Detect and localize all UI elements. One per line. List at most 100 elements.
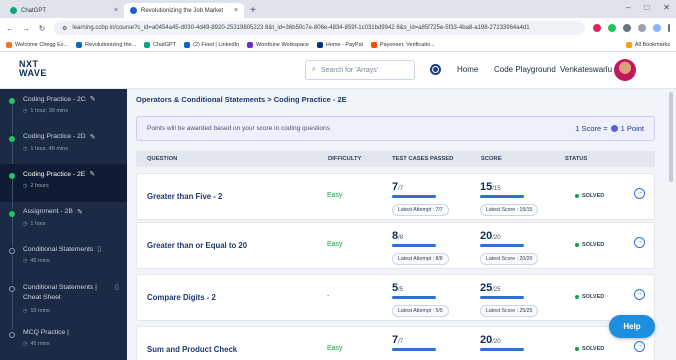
- url-field[interactable]: ⚙ learning.ccbp.in/course?c_id=a0454a45-…: [54, 21, 585, 35]
- search-input[interactable]: ⌕ Search for 'Arrays': [305, 60, 415, 80]
- score-rate: 1 Score = 1 Point: [575, 124, 644, 133]
- difficulty: Easy: [327, 241, 343, 248]
- table-header: QUESTION DIFFICULTY TEST CASES PASSED SC…: [136, 151, 655, 167]
- forward-icon[interactable]: →: [22, 24, 30, 33]
- question-name[interactable]: Greater than or Equal to 20: [147, 241, 247, 250]
- latest-score: Latest Score : 25/25: [480, 304, 539, 317]
- clock-icon: ◷: [23, 220, 28, 227]
- arrow-right-icon[interactable]: →: [634, 289, 645, 300]
- close-tab-icon[interactable]: ×: [234, 7, 238, 14]
- latest-score: Latest Score : 20/20: [480, 252, 539, 265]
- test-cases: 7/7 Latest Attempt : 7/7: [392, 181, 452, 216]
- question-row[interactable]: Greater than or Equal to 20 Easy 8/8 Lat…: [136, 222, 655, 269]
- extension-icon[interactable]: [593, 24, 601, 32]
- score: 20/20: [480, 334, 546, 351]
- bookmarks-bar: Welcome Chegg Ex... Revolutionizing the.…: [0, 38, 676, 52]
- bookmark-item[interactable]: Wordtune Workspace: [247, 41, 309, 48]
- status-badge: SOLVED: [575, 242, 604, 248]
- sidebar-item-assignment-2b[interactable]: Assignment - 2B ✎ ◷ 1 hour: [0, 202, 127, 247]
- scrollbar[interactable]: [669, 92, 673, 182]
- question-row[interactable]: Compare Digits - 2 - 5/5 Latest Attempt …: [136, 274, 655, 321]
- book-icon: ▯: [115, 283, 119, 291]
- all-bookmarks[interactable]: All Bookmarks: [625, 41, 670, 48]
- bookmark-item[interactable]: (2) Feed | LinkedIn: [184, 41, 239, 48]
- bookmark-item[interactable]: Revolutionizing the...: [76, 41, 136, 48]
- menu-icon[interactable]: [668, 24, 670, 32]
- pending-icon: [9, 248, 15, 254]
- sidepanel-icon[interactable]: [638, 24, 646, 32]
- avatar[interactable]: [614, 59, 636, 81]
- nav-home[interactable]: Home: [457, 65, 478, 74]
- search-icon: ⌕: [312, 66, 316, 73]
- window-controls: – □ ✕: [626, 3, 670, 12]
- sidebar: Coding Practice - 2C ✎ ◷ 1 hour, 30 mins C…: [0, 89, 127, 360]
- score-progress-bar: [480, 195, 524, 198]
- chatgpt-icon: [10, 7, 17, 14]
- streak-icon[interactable]: [430, 64, 441, 75]
- score: 15/15 Latest Score : 15/15: [480, 181, 546, 216]
- question-name[interactable]: Compare Digits - 2: [147, 293, 216, 302]
- bookmark-item[interactable]: Home - PayPal: [316, 41, 363, 48]
- sidebar-item-cheat-sheet[interactable]: Conditional Statements | Cheat Sheet ▯ ◷…: [0, 277, 127, 330]
- tab-chatgpt[interactable]: ChatGPT ×: [4, 3, 124, 18]
- score-progress-bar: [480, 348, 524, 351]
- clock-icon: ◷: [23, 108, 28, 114]
- bookmark-item[interactable]: ChatGPT: [144, 41, 176, 48]
- tab-job-market[interactable]: Revolutionizing the Job Market ×: [124, 3, 244, 18]
- question-name[interactable]: Sum and Product Check: [147, 345, 237, 354]
- sidebar-item-mcq-practice[interactable]: MCQ Practice | ◷ 45 mins: [0, 323, 127, 360]
- profile-icon[interactable]: [653, 24, 661, 32]
- main-content: Operators & Conditional Statements > Cod…: [127, 89, 676, 360]
- sidebar-item-coding-practice-2e[interactable]: Coding Practice - 2E ✎ ◷ 2 hours: [0, 164, 127, 209]
- difficulty: Easy: [327, 192, 343, 199]
- test-progress-bar: [392, 348, 436, 351]
- minimize-icon[interactable]: –: [626, 3, 630, 12]
- pending-icon: [9, 331, 15, 338]
- new-tab-button[interactable]: +: [250, 3, 256, 18]
- search-placeholder: Search for 'Arrays': [320, 66, 379, 74]
- maximize-icon[interactable]: □: [644, 3, 649, 12]
- extension-icon[interactable]: [608, 24, 616, 32]
- question-name[interactable]: Greater than Five - 2: [147, 192, 222, 201]
- bookmark-item[interactable]: Payoneer, Verificatio...: [370, 41, 435, 48]
- test-progress-bar: [392, 296, 436, 299]
- bookmark-item[interactable]: Welcome Chegg Ex...: [6, 41, 68, 48]
- close-tab-icon[interactable]: ×: [114, 7, 118, 14]
- pencil-icon: ✎: [89, 96, 96, 103]
- question-row[interactable]: Sum and Product Check Easy 7/7 20/20 SOL…: [136, 326, 655, 360]
- arrow-right-icon[interactable]: →: [634, 188, 645, 199]
- question-row[interactable]: Greater than Five - 2 Easy 7/7 Latest At…: [136, 173, 655, 220]
- completed-icon: [9, 173, 15, 179]
- arrow-right-icon[interactable]: →: [634, 237, 645, 248]
- username[interactable]: Venkateswarlu: [560, 65, 612, 74]
- app-header: NXT WAVE ⌕ Search for 'Arrays' Home Code…: [0, 52, 676, 89]
- nav-code-playground[interactable]: Code Playground: [494, 65, 556, 74]
- bookmark-icon: [76, 41, 83, 48]
- reload-icon[interactable]: ↻: [38, 24, 46, 33]
- extension-icons: [593, 24, 670, 32]
- site-info-icon[interactable]: ⚙: [62, 25, 67, 32]
- sidebar-item-coding-practice-2c[interactable]: Coding Practice - 2C ✎ ◷ 1 hour, 30 mins: [0, 89, 127, 134]
- col-status: STATUS: [565, 156, 588, 162]
- tab-label: ChatGPT: [21, 7, 47, 14]
- sidebar-item-coding-practice-2d[interactable]: Coding Practice - 2D ✎ ◷ 1 hour, 45 mins: [0, 127, 127, 172]
- clock-icon: ◷: [23, 183, 28, 189]
- book-icon: ▯: [97, 246, 102, 253]
- puzzle-icon[interactable]: [623, 24, 631, 32]
- nxtwave-logo[interactable]: NXT WAVE: [19, 60, 47, 78]
- sidebar-item-conditional-statements[interactable]: Conditional Statements ▯ ◷ 45 mins: [0, 239, 127, 284]
- test-cases: 7/7: [392, 334, 452, 351]
- test-progress-bar: [392, 195, 436, 198]
- linkedin-icon: [184, 41, 191, 48]
- help-button[interactable]: Help: [609, 315, 655, 338]
- back-icon[interactable]: ←: [6, 24, 14, 33]
- arrow-right-icon[interactable]: →: [634, 341, 645, 352]
- breadcrumb: Operators & Conditional Statements > Cod…: [136, 95, 347, 104]
- close-window-icon[interactable]: ✕: [663, 3, 670, 12]
- difficulty: Easy: [327, 345, 343, 352]
- score: 25/25 Latest Score : 25/25: [480, 282, 546, 317]
- latest-attempt: Latest Attempt : 8/8: [392, 252, 449, 265]
- pencil-icon: ✎: [76, 208, 83, 216]
- clock-icon: ◷: [23, 340, 28, 347]
- browser-tabbar: ChatGPT × Revolutionizing the Job Market…: [0, 0, 676, 18]
